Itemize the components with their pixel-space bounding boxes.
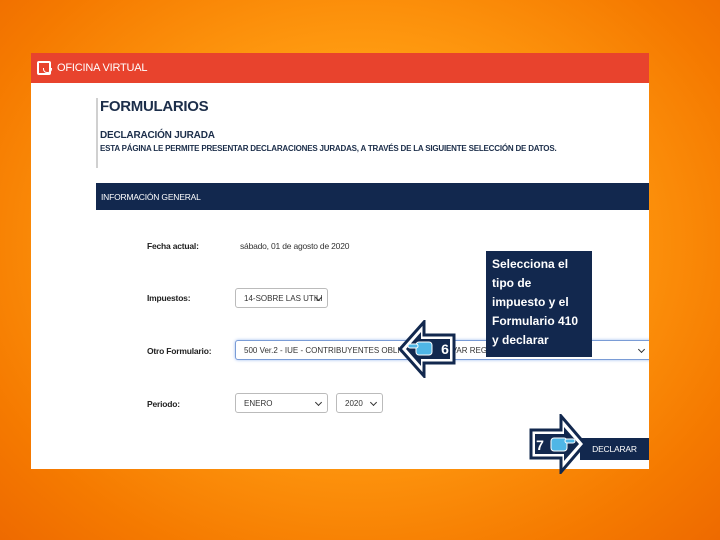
declarar-button-label: DECLARAR (592, 444, 637, 454)
impuestos-select-value: 14-SOBRE LAS UTILI (244, 293, 323, 303)
fecha-label: Fecha actual: (147, 241, 199, 251)
impuestos-label: Impuestos: (147, 293, 191, 303)
otro-formulario-label: Otro Formulario: (147, 346, 212, 356)
instruction-callout: Selecciona el tipo de impuesto y el Form… (486, 251, 592, 357)
chevron-down-icon (369, 398, 378, 407)
step-6-number: 6 (441, 341, 449, 357)
fecha-value: sábado, 01 de agosto de 2020 (240, 241, 350, 251)
step-7-number: 7 (536, 437, 544, 453)
step-6-arrow-icon: 6 (398, 320, 456, 378)
declarar-button[interactable]: DECLARAR (580, 438, 649, 460)
periodo-month-value: ENERO (244, 398, 273, 408)
otro-formulario-select-value: 500 Ver.2 - IUE - CONTRIBUYENTES OBLIGAD… (244, 345, 517, 355)
page-title: FORMULARIOS (100, 98, 209, 115)
info-general-bar: INFORMACIÓN GENERAL (96, 183, 649, 210)
top-bar: OFICINA VIRTUAL (31, 53, 649, 83)
periodo-year-value: 2020 (345, 398, 363, 408)
impuestos-select[interactable]: 14-SOBRE LAS UTILI (235, 288, 328, 308)
chevron-down-icon (314, 398, 323, 407)
step-7-arrow-icon: 7 (529, 414, 587, 474)
chevron-down-icon (637, 345, 646, 354)
app-title[interactable]: OFICINA VIRTUAL (57, 62, 148, 74)
office-logo-icon[interactable] (37, 61, 52, 75)
section-description: ESTA PÁGINA LE PERMITE PRESENTAR DECLARA… (100, 144, 557, 153)
info-general-label: INFORMACIÓN GENERAL (101, 191, 201, 202)
periodo-year-select[interactable]: 2020 (336, 393, 383, 413)
section-title: DECLARACIÓN JURADA (100, 130, 215, 141)
instruction-text: Selecciona el tipo de impuesto y el Form… (492, 257, 579, 347)
periodo-month-select[interactable]: ENERO (235, 393, 328, 413)
page-header: FORMULARIOS DECLARACIÓN JURADA ESTA PÁGI… (96, 98, 557, 168)
periodo-label: Periodo: (147, 399, 180, 409)
